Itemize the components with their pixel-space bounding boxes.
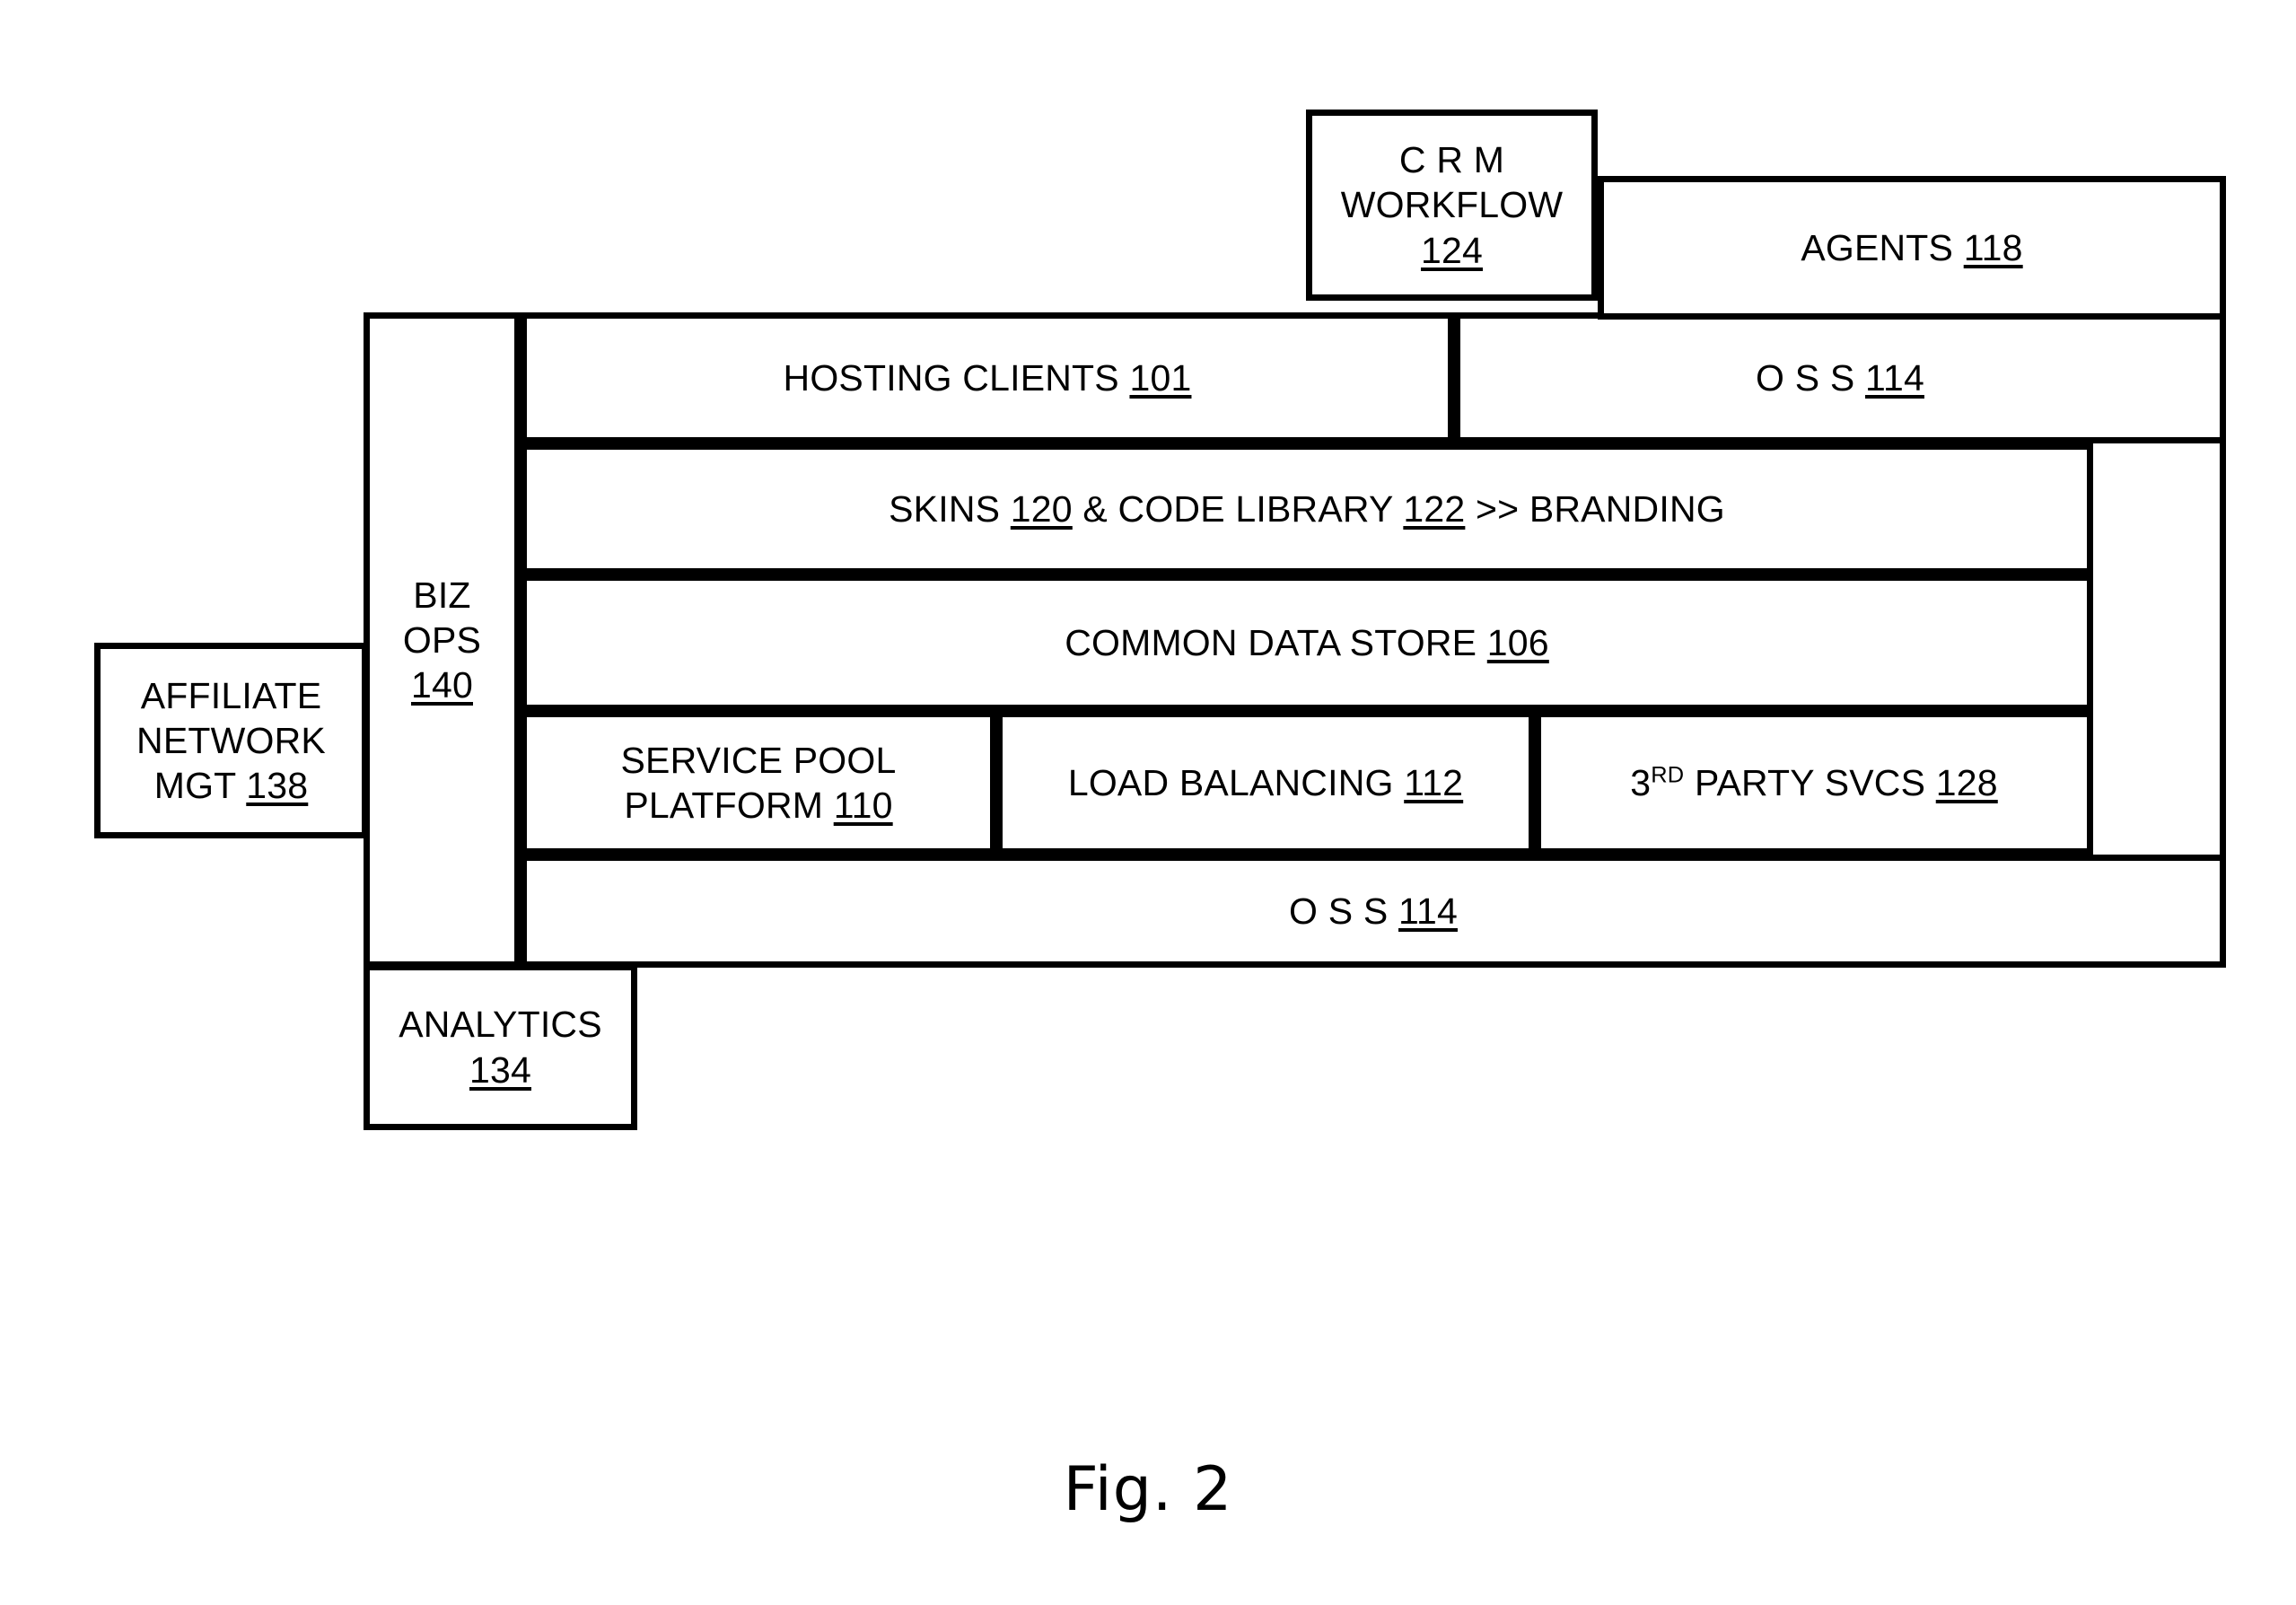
biz-ops-line2: OPS (402, 618, 482, 661)
common-data-store-ref: 106 (1486, 621, 1549, 663)
oss-top-ref: 114 (1865, 356, 1924, 399)
figure-caption: Fig. 2 (1063, 1454, 1233, 1525)
block-oss-bottom-text: O S S 114 (527, 889, 2220, 934)
service-pool-ref: 110 (833, 785, 893, 826)
hosting-clients-ref: 101 (1129, 356, 1192, 399)
block-hosting-clients-text: HOSTING CLIENTS 101 (527, 355, 1448, 400)
block-biz-ops-text: BIZ OPS 140 (370, 573, 514, 707)
block-oss-bottom: O S S 114 (521, 855, 2226, 968)
block-hosting-clients: HOSTING CLIENTS 101 (521, 312, 1454, 443)
hosting-clients-label: HOSTING CLIENTS (783, 356, 1119, 399)
affiliate-network-line2: NETWORK (136, 719, 326, 761)
analytics-label: ANALYTICS (399, 1004, 602, 1046)
common-data-store-label: COMMON DATA STORE (1065, 621, 1477, 663)
crm-workflow-line1: C R M (1398, 139, 1505, 181)
skins-label: SKINS (889, 487, 1001, 530)
block-crm-workflow: C R M WORKFLOW 124 (1306, 110, 1598, 301)
block-affiliate-network-mgt: AFFILIATE NETWORK MGT 138 (94, 643, 368, 838)
block-oss-top: O S S 114 (1454, 312, 2226, 443)
third-party-prefix: 3 (1630, 761, 1652, 803)
third-party-ordinal: RD (1651, 762, 1685, 788)
affiliate-network-line1: AFFILIATE (140, 674, 322, 716)
agents-label: AGENTS (1801, 226, 1954, 268)
skins-ref: 120 (1010, 487, 1073, 530)
third-party-label: PARTY SVCS (1694, 761, 1926, 803)
block-common-data-store: COMMON DATA STORE 106 (521, 574, 2093, 711)
crm-workflow-line2: WORKFLOW (1340, 184, 1564, 226)
code-library-label: & CODE LIBRARY (1082, 487, 1393, 530)
code-library-ref: 122 (1403, 487, 1466, 530)
oss-bottom-label: O S S (1289, 890, 1389, 932)
block-affiliate-network-text: AFFILIATE NETWORK MGT 138 (101, 673, 362, 808)
block-service-pool-platform: SERVICE POOL PLATFORM 110 (521, 711, 996, 855)
agents-ref: 118 (1963, 226, 2023, 268)
block-agents-text: AGENTS 118 (1604, 225, 2220, 270)
block-biz-ops: BIZ OPS 140 (364, 312, 521, 968)
block-analytics: ANALYTICS 134 (364, 964, 637, 1130)
affiliate-network-ref: 138 (246, 765, 309, 806)
block-load-balancing: LOAD BALANCING 112 (996, 711, 1535, 855)
biz-ops-line1: BIZ (413, 574, 471, 616)
block-skins-code-library: SKINS 120 & CODE LIBRARY 122 >> BRANDING (521, 443, 2093, 574)
block-crm-workflow-text: C R M WORKFLOW 124 (1312, 137, 1591, 272)
load-balancing-label: LOAD BALANCING (1067, 761, 1394, 803)
service-pool-line1: SERVICE POOL (620, 739, 897, 781)
block-service-pool-text: SERVICE POOL PLATFORM 110 (527, 738, 990, 828)
load-balancing-ref: 112 (1404, 761, 1464, 803)
block-load-balancing-text: LOAD BALANCING 112 (1003, 760, 1529, 805)
patent-figure-2: C R M WORKFLOW 124 AGENTS 118 BIZ OPS 14… (0, 0, 2296, 1605)
block-third-party-services: 3RD PARTY SVCS 128 (1535, 711, 2093, 855)
third-party-ref: 128 (1935, 761, 1998, 803)
block-skins-text: SKINS 120 & CODE LIBRARY 122 >> BRANDING (527, 487, 2087, 531)
block-oss-top-text: O S S 114 (1460, 355, 2220, 400)
analytics-ref: 134 (469, 1048, 531, 1091)
block-analytics-text: ANALYTICS 134 (370, 1002, 631, 1092)
crm-workflow-ref: 124 (1420, 229, 1483, 271)
biz-ops-ref: 140 (410, 664, 473, 706)
oss-bottom-ref: 114 (1398, 890, 1458, 932)
service-pool-line2: PLATFORM (624, 785, 824, 826)
block-third-party-text: 3RD PARTY SVCS 128 (1541, 760, 2087, 805)
affiliate-network-line3: MGT (153, 765, 236, 806)
block-agents: AGENTS 118 (1598, 176, 2226, 320)
block-common-data-store-text: COMMON DATA STORE 106 (527, 620, 2087, 665)
branding-label: >> BRANDING (1475, 487, 1725, 530)
oss-top-label: O S S (1756, 356, 1855, 399)
